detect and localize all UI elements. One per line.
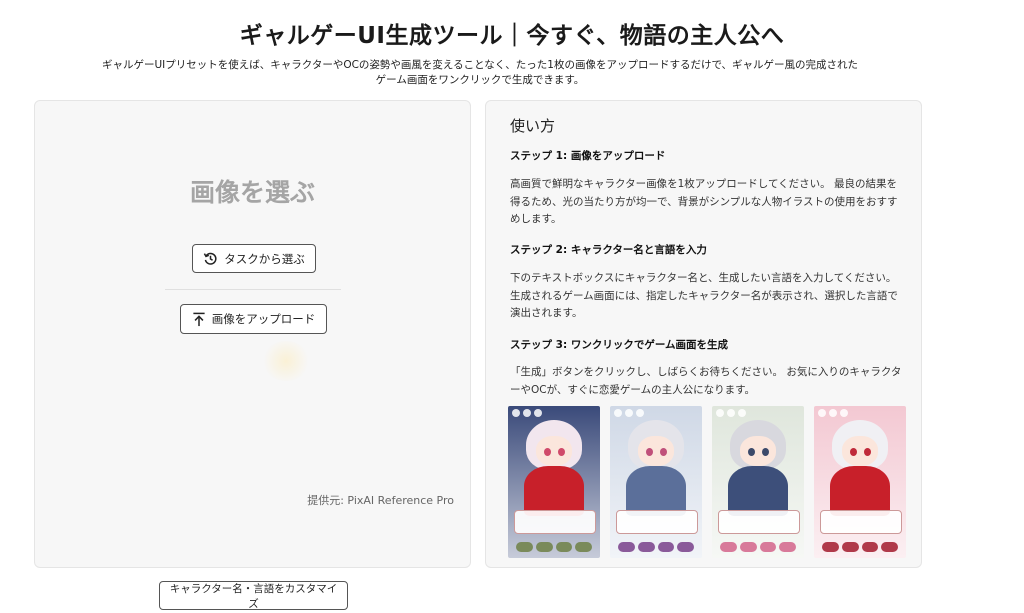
page-subtitle: ギャルゲーUIプリセットを使えば、キャラクターやOCの姿勢や画風を変えることなく… [101,59,859,86]
step-1-heading: ステップ 1: 画像をアップロード [510,150,666,162]
step-2-heading: ステップ 2: キャラクター名と言語を入力 [510,244,707,256]
how-to-title: 使い方 [510,117,556,135]
example-cat-ear-girl-image [712,406,804,558]
step-1-body: 高画質で鮮明なキャラクター画像を1枚アップロードしてください。 最良の結果を得る… [510,178,898,225]
upload-image-button[interactable]: 画像をアップロード [180,304,327,334]
example-silver-hair-girl-image [610,406,702,558]
page-title: ギャルゲーUI生成ツール｜今すぐ、物語の主人公へ [239,23,785,49]
select-from-task-label: タスクから選ぶ [224,251,305,266]
example-red-hood-girl-image [814,406,906,558]
customize-name-language-button[interactable]: キャラクター名・言語をカスタマイズ [159,581,348,610]
image-upload-panel[interactable]: 画像を選ぶ タスクから選ぶ 画像をアップロード 提供元: PixAI Refer… [34,100,471,568]
customize-name-language-label: キャラクター名・言語をカスタマイズ [169,582,338,610]
select-from-task-button[interactable]: タスクから選ぶ [192,244,316,273]
example-gallery [508,406,906,558]
divider [165,289,341,290]
step-3-heading: ステップ 3: ワンクリックでゲーム画面を生成 [510,339,729,351]
provider-credit: 提供元: PixAI Reference Pro [307,494,454,507]
glow-decoration [261,341,311,381]
step-3-body: 「生成」ボタンをクリックし、しばらくお待ちください。 お気に入りのキャラクターや… [510,366,902,396]
step-2-body: 下のテキストボックスにキャラクター名と、生成したい言語を入力してください。生成さ… [510,272,898,319]
history-icon [204,252,217,265]
upload-icon [193,312,205,326]
upload-heading: 画像を選ぶ [189,178,315,207]
how-to-panel: 使い方 ステップ 1: 画像をアップロード 高画質で鮮明なキャラクター画像を1枚… [485,100,922,568]
example-santa-girl-image [508,406,600,558]
upload-image-label: 画像をアップロード [211,312,316,326]
